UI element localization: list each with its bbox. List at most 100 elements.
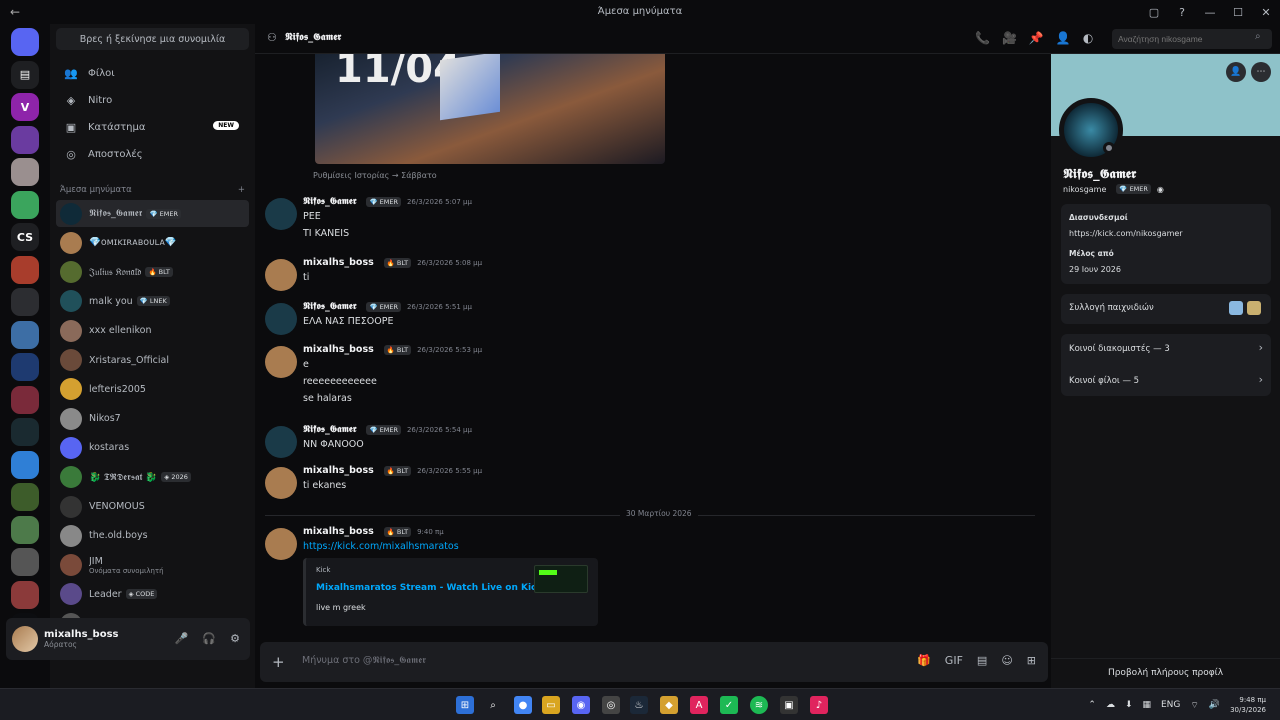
chat-message[interactable]: 𝕹𝖎𝖋𝖔𝖘_𝕲𝖆𝖒𝖊𝖗 💎 EMER 26/3/2026 5:51 μμ ΕΛΑ ΝΑ… xyxy=(265,301,1045,340)
link-embed[interactable]: Kick Mixalhsmaratos Stream - Watch Live … xyxy=(303,558,598,626)
dm-item[interactable]: VENOMOUS xyxy=(56,493,249,520)
add-dm-icon[interactable]: + xyxy=(238,185,245,195)
mutual-servers[interactable]: Κοινοί διακομιστές — 3 xyxy=(1069,344,1170,354)
volume-icon[interactable]: 🔊 xyxy=(1209,700,1220,710)
composer-placeholder[interactable]: Μήνυμα στο @𝕹𝖎𝖋𝖔𝖘_𝕲𝖆𝖒𝖊𝖗 xyxy=(302,655,426,666)
settings-gear-icon[interactable]: ⚙ xyxy=(230,632,240,645)
nav-friends[interactable]: 👥 Φίλοι xyxy=(56,61,249,85)
reply-context[interactable]: Ρυθμίσεις Ιστορίας → Σάββατο xyxy=(313,171,437,180)
start-icon[interactable]: ⊞ xyxy=(456,696,474,714)
nav-quests[interactable]: ◎ Αποστολές xyxy=(56,142,249,166)
dm-item[interactable]: 💎ᴏᴍɪᴋɪʀᴀʙᴏᴜʟᴀ💎 xyxy=(56,229,249,256)
app-icon[interactable]: A xyxy=(690,696,708,714)
dm-item[interactable]: lefteris2005 xyxy=(56,376,249,403)
gif-icon[interactable]: GIF xyxy=(945,654,963,667)
server-icon[interactable] xyxy=(11,190,39,219)
server-icon[interactable] xyxy=(11,548,39,576)
chat-message[interactable]: 𝕹𝖎𝖋𝖔𝖘_𝕲𝖆𝖒𝖊𝖗 💎 EMER 26/3/2026 5:07 μμ PEE TI … xyxy=(265,196,1045,252)
nav-shop[interactable]: ▣ Κατάστημα NEW xyxy=(56,115,249,139)
avatar[interactable] xyxy=(265,259,297,291)
app-icon[interactable]: ▣ xyxy=(780,696,798,714)
message-author[interactable]: mixalhs_boss xyxy=(303,344,374,355)
tray-app-icon[interactable]: ⬇ xyxy=(1125,700,1133,710)
microphone-icon[interactable]: 🎤 xyxy=(175,632,189,645)
message-author[interactable]: 𝕹𝖎𝖋𝖔𝖘_𝕲𝖆𝖒𝖊𝖗 xyxy=(303,424,356,435)
message-author[interactable]: mixalhs_boss xyxy=(303,257,374,268)
sticker-icon[interactable]: ▤ xyxy=(977,654,987,667)
server-icon[interactable] xyxy=(11,385,39,414)
message-author[interactable]: mixalhs_boss xyxy=(303,465,374,476)
clock[interactable]: 9:48 πμ 30/3/2026 xyxy=(1230,695,1266,715)
profile-toggle-icon[interactable]: ◐ xyxy=(1083,31,1093,45)
dm-item[interactable]: malk you 💎 LNEK xyxy=(56,288,249,315)
server-icon[interactable] xyxy=(11,288,39,316)
dm-item[interactable]: Leader ◈ CODE xyxy=(56,581,249,608)
server-icon[interactable] xyxy=(11,125,39,154)
pin-icon[interactable]: 📌 xyxy=(1029,31,1044,45)
inbox-window-icon[interactable]: ▢ xyxy=(1140,6,1168,19)
tray-app-icon[interactable]: ☁ xyxy=(1106,700,1115,710)
message-composer[interactable]: + Μήνυμα στο @𝕹𝖎𝖋𝖔𝖘_𝕲𝖆𝖒𝖊𝖗 🎁 GIF ▤ ☺ ⊞ xyxy=(260,642,1048,682)
profile-avatar[interactable] xyxy=(1059,98,1123,162)
server-icon[interactable] xyxy=(11,158,39,186)
search-input[interactable] xyxy=(1112,29,1272,49)
server-icon[interactable] xyxy=(11,483,39,511)
dm-item[interactable]: 🐉 𝕿𝕽𝕯𝖊𝖗𝖘𝖆𝖙 🐉 ◈ 2026 xyxy=(56,464,249,491)
dm-item[interactable]: the.old.boys xyxy=(56,522,249,549)
app-icon[interactable]: ✓ xyxy=(720,696,738,714)
view-full-profile-button[interactable]: Προβολή πλήρους προφίλ xyxy=(1051,658,1280,688)
gift-icon[interactable]: 🎁 xyxy=(917,654,931,667)
more-options-icon[interactable]: ⋯ xyxy=(1251,62,1271,82)
nav-nitro[interactable]: ◈ Nitro xyxy=(56,88,249,112)
headphones-icon[interactable]: 🎧 xyxy=(202,632,216,645)
chat-message[interactable]: mixalhs_boss 🔥 BLT 26/3/2026 5:53 μμ e reeee… xyxy=(265,344,1045,417)
server-icon[interactable] xyxy=(11,320,39,349)
embed-thumbnail[interactable] xyxy=(534,565,588,593)
avatar[interactable] xyxy=(265,198,297,230)
steam-icon[interactable]: ♨ xyxy=(630,696,648,714)
maximize-button[interactable]: ☐ xyxy=(1224,6,1252,19)
dm-item[interactable]: 𝔍𝔲𝔩𝔦𝔲𝔰 𝔎𝔬𝔫𝔞𝔩𝔡 🔥 BLT xyxy=(56,259,249,286)
add-attachment-icon[interactable]: + xyxy=(272,653,285,671)
server-icon[interactable]: ▤ xyxy=(11,60,39,89)
emoji-icon[interactable]: ☺ xyxy=(1001,654,1012,667)
dm-item[interactable]: JIM Ονόματα συνομιλητή xyxy=(56,552,249,579)
tray-app-icon[interactable]: ▦ xyxy=(1142,700,1151,710)
chevron-right-icon[interactable]: › xyxy=(1259,341,1263,354)
message-author[interactable]: 𝕹𝖎𝖋𝖔𝖘_𝕲𝖆𝖒𝖊𝖗 xyxy=(303,196,356,207)
chrome-icon[interactable]: ● xyxy=(514,696,532,714)
mutual-friends[interactable]: Κοινοί φίλοι — 5 xyxy=(1069,376,1139,386)
server-icon[interactable] xyxy=(11,353,39,381)
dm-item[interactable]: kostaras xyxy=(56,434,249,461)
server-icon[interactable] xyxy=(11,418,39,446)
video-call-icon[interactable]: 🎥 xyxy=(1002,31,1017,45)
avatar[interactable] xyxy=(265,426,297,458)
message-author[interactable]: mixalhs_boss xyxy=(303,526,374,537)
server-icon[interactable]: V xyxy=(11,93,39,121)
embed-title[interactable]: Mixalhsmaratos Stream - Watch Live on Ki… xyxy=(316,583,542,593)
avatar[interactable] xyxy=(265,467,297,499)
app-icon[interactable]: ♪ xyxy=(810,696,828,714)
avatar[interactable] xyxy=(265,303,297,335)
app-icon[interactable]: ◆ xyxy=(660,696,678,714)
network-icon[interactable]: ⌔ xyxy=(1190,700,1198,711)
message-author[interactable]: 𝕹𝖎𝖋𝖔𝖘_𝕲𝖆𝖒𝖊𝖗 xyxy=(303,301,356,312)
find-conversation-button[interactable]: Βρες ή ξεκίνησε μια συνομιλία xyxy=(56,28,249,50)
avatar[interactable] xyxy=(265,346,297,378)
dm-item[interactable]: Nikos7 xyxy=(56,405,249,432)
avatar[interactable] xyxy=(12,626,38,652)
image-attachment[interactable]: 11/04 xyxy=(315,54,665,164)
dm-item[interactable]: xxx ellenikon xyxy=(56,317,249,344)
spotify-icon[interactable]: ≋ xyxy=(750,696,768,714)
message-link[interactable]: https://kick.com/mixalhsmaratos xyxy=(303,541,459,552)
dm-item[interactable]: 𝕹𝖎𝖋𝖔𝖘_𝕲𝖆𝖒𝖊𝖗 💎 EMER xyxy=(56,200,249,227)
voice-call-icon[interactable]: 📞 xyxy=(975,31,990,45)
language-indicator[interactable]: ENG xyxy=(1161,700,1180,710)
server-icon[interactable] xyxy=(11,450,39,479)
app-icon[interactable]: ◎ xyxy=(602,696,620,714)
minimize-button[interactable]: — xyxy=(1196,6,1224,19)
tray-chevron-icon[interactable]: ⌃ xyxy=(1088,700,1096,710)
server-icon[interactable]: CS xyxy=(11,223,39,251)
file-explorer-icon[interactable]: ▭ xyxy=(542,696,560,714)
apps-icon[interactable]: ⊞ xyxy=(1027,654,1036,667)
